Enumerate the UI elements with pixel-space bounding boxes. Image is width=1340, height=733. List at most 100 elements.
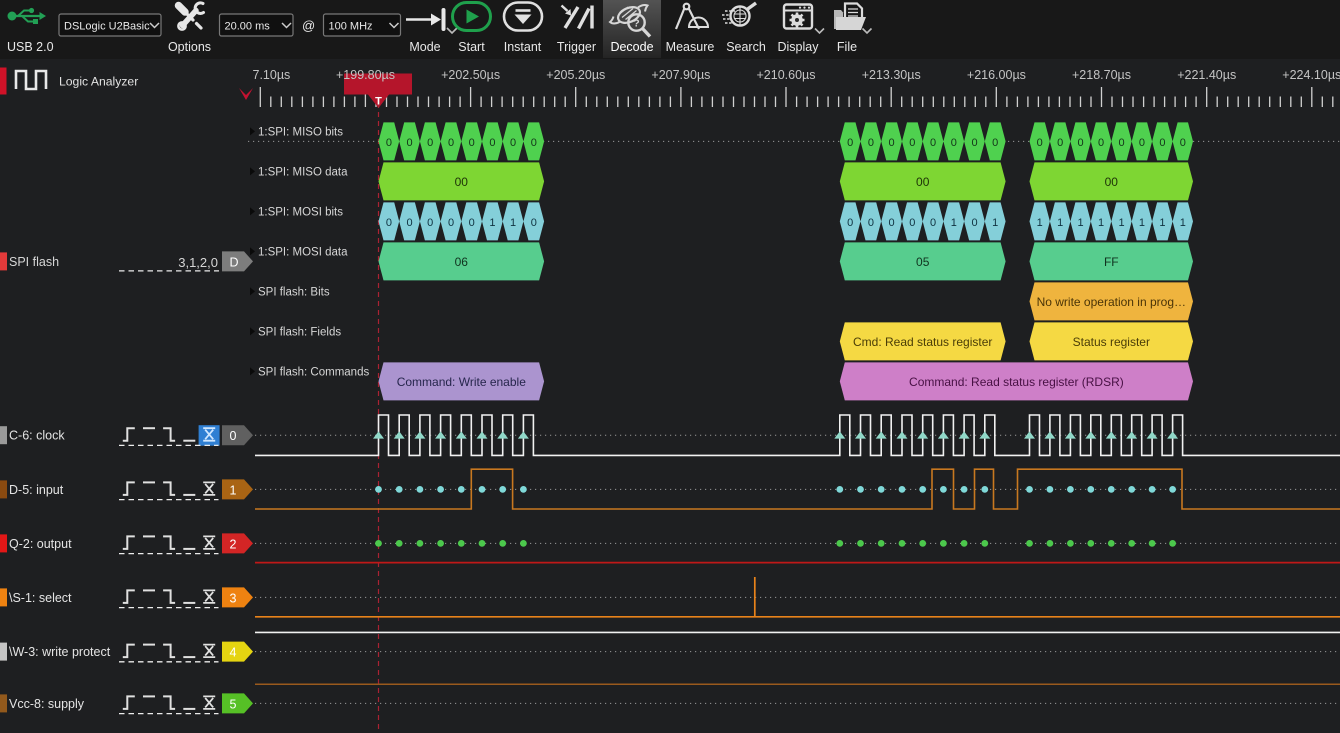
- svg-text:+207.90µs: +207.90µs: [651, 68, 710, 82]
- svg-text:0: 0: [427, 217, 433, 229]
- svg-text:0: 0: [386, 217, 392, 229]
- svg-text:Status register: Status register: [1073, 335, 1150, 349]
- svg-text:@: @: [302, 18, 315, 33]
- svg-text:3: 3: [230, 591, 237, 605]
- svg-text:1:SPI: MOSI bits: 1:SPI: MOSI bits: [258, 206, 343, 218]
- svg-text:0: 0: [407, 137, 413, 149]
- svg-text:T: T: [375, 96, 382, 108]
- svg-text:Command: Read status register: Command: Read status register (RDSR): [909, 375, 1124, 389]
- svg-text:0: 0: [531, 137, 537, 149]
- svg-text:0: 0: [469, 137, 475, 149]
- svg-text:File: File: [837, 40, 857, 54]
- svg-text:Measure: Measure: [666, 40, 715, 54]
- svg-text:0: 0: [489, 137, 495, 149]
- svg-text:0: 0: [992, 137, 998, 149]
- svg-text:1: 1: [230, 483, 237, 497]
- svg-text:0: 0: [469, 217, 475, 229]
- svg-text:0: 0: [531, 217, 537, 229]
- svg-text:Command: Write enable: Command: Write enable: [397, 375, 526, 389]
- svg-text:Decode: Decode: [610, 40, 653, 54]
- svg-text:SPI flash: Fields: SPI flash: Fields: [258, 326, 341, 338]
- svg-text:0: 0: [930, 137, 936, 149]
- svg-text:?: ?: [633, 18, 639, 30]
- svg-text:1:SPI: MISO data: 1:SPI: MISO data: [258, 166, 348, 178]
- svg-text:+216.00µs: +216.00µs: [967, 68, 1026, 82]
- svg-text:0: 0: [230, 429, 237, 443]
- svg-text:0: 0: [1180, 137, 1186, 149]
- svg-text:\S-1: select: \S-1: select: [9, 591, 72, 605]
- svg-text:00: 00: [916, 175, 930, 189]
- svg-text:4: 4: [230, 646, 237, 660]
- svg-text:SPI flash: Commands: SPI flash: Commands: [258, 366, 369, 378]
- svg-text:1: 1: [1098, 217, 1104, 229]
- svg-text:0: 0: [1139, 137, 1145, 149]
- svg-text:USB 2.0: USB 2.0: [7, 40, 54, 54]
- svg-text:0: 0: [386, 137, 392, 149]
- svg-text:0: 0: [427, 137, 433, 149]
- svg-text:Search: Search: [726, 40, 766, 54]
- svg-text:0: 0: [889, 137, 895, 149]
- svg-text:0: 0: [510, 137, 516, 149]
- svg-text:00: 00: [1105, 175, 1119, 189]
- svg-text:0: 0: [971, 217, 977, 229]
- svg-text:0: 0: [971, 137, 977, 149]
- svg-text:+205.20µs: +205.20µs: [546, 68, 605, 82]
- svg-text:0: 0: [951, 137, 957, 149]
- svg-text:1: 1: [489, 217, 495, 229]
- svg-text:1: 1: [1139, 217, 1145, 229]
- svg-text:0: 0: [448, 217, 454, 229]
- svg-text:1: 1: [992, 217, 998, 229]
- svg-text:3,1,2,0: 3,1,2,0: [178, 255, 218, 270]
- svg-text:1:SPI: MOSI data: 1:SPI: MOSI data: [258, 246, 348, 258]
- svg-text:7.10µs: 7.10µs: [253, 68, 291, 82]
- svg-text:0: 0: [1037, 137, 1043, 149]
- svg-text:Trigger: Trigger: [557, 40, 596, 54]
- svg-text:+213.30µs: +213.30µs: [862, 68, 921, 82]
- svg-text:D: D: [229, 255, 238, 269]
- svg-text:0: 0: [930, 217, 936, 229]
- svg-text:+221.40µs: +221.40µs: [1177, 68, 1236, 82]
- svg-text:Display: Display: [778, 40, 820, 54]
- svg-text:1: 1: [1180, 217, 1186, 229]
- svg-text:Logic Analyzer: Logic Analyzer: [59, 75, 138, 89]
- svg-text:0: 0: [1098, 137, 1104, 149]
- svg-text:1: 1: [510, 217, 516, 229]
- svg-text:0: 0: [1057, 137, 1063, 149]
- svg-text:5: 5: [230, 697, 237, 711]
- svg-text:00: 00: [455, 175, 469, 189]
- svg-text:+218.70µs: +218.70µs: [1072, 68, 1131, 82]
- svg-text:No write operation in prog…: No write operation in prog…: [1037, 295, 1186, 309]
- svg-text:+202.50µs: +202.50µs: [441, 68, 500, 82]
- svg-text:0: 0: [868, 217, 874, 229]
- svg-text:Instant: Instant: [504, 40, 542, 54]
- svg-text:0: 0: [1159, 137, 1165, 149]
- svg-text:Q-2: output: Q-2: output: [9, 537, 72, 551]
- svg-text:D-5: input: D-5: input: [9, 483, 64, 497]
- svg-text:05: 05: [916, 255, 930, 269]
- svg-text:2: 2: [230, 537, 237, 551]
- svg-text:Cmd: Read status register: Cmd: Read status register: [853, 335, 992, 349]
- svg-text:06: 06: [455, 255, 469, 269]
- svg-text:+199.80µs: +199.80µs: [336, 68, 395, 82]
- svg-text:1:SPI: MISO bits: 1:SPI: MISO bits: [258, 126, 343, 138]
- svg-text:0: 0: [448, 137, 454, 149]
- svg-text:Options: Options: [168, 40, 211, 54]
- svg-text:0: 0: [868, 137, 874, 149]
- svg-text:100 MHz: 100 MHz: [329, 21, 373, 33]
- svg-text:+224.10µs: +224.10µs: [1282, 68, 1340, 82]
- svg-text:SPI flash: Bits: SPI flash: Bits: [258, 286, 330, 298]
- svg-text:Start: Start: [458, 40, 485, 54]
- svg-text:1: 1: [1118, 217, 1124, 229]
- svg-text:1: 1: [1037, 217, 1043, 229]
- svg-text:0: 0: [909, 217, 915, 229]
- svg-text:\W-3: write protect: \W-3: write protect: [9, 645, 111, 659]
- svg-text:1: 1: [951, 217, 957, 229]
- svg-text:Mode: Mode: [409, 40, 440, 54]
- svg-text:20.00 ms: 20.00 ms: [225, 21, 271, 33]
- svg-text:FF: FF: [1104, 255, 1119, 269]
- svg-text:1: 1: [1057, 217, 1063, 229]
- svg-text:0: 0: [889, 217, 895, 229]
- svg-text:0: 0: [847, 137, 853, 149]
- svg-text:0: 0: [1118, 137, 1124, 149]
- svg-text:SPI flash: SPI flash: [9, 255, 59, 269]
